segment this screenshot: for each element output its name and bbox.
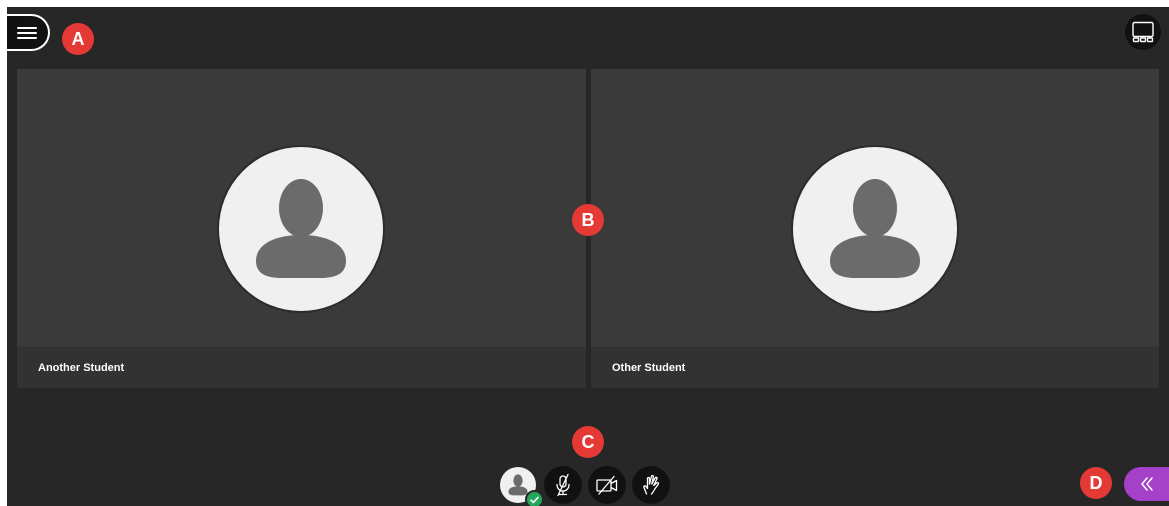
participant-name-bar: Other Student <box>591 347 1159 388</box>
participant-avatar <box>791 145 959 313</box>
change-view-button[interactable] <box>1125 14 1161 50</box>
double-chevron-left-icon <box>1140 477 1153 491</box>
hamburger-menu-icon <box>16 26 37 39</box>
participant-name: Another Student <box>38 361 125 374</box>
gallery-layout-icon <box>1132 21 1154 43</box>
person-silhouette-icon <box>256 179 346 278</box>
participant-name-bar: Another Student <box>17 347 586 388</box>
annotation-marker-b: B <box>572 204 604 236</box>
camera-off-icon <box>596 475 618 495</box>
person-silhouette-icon <box>508 474 528 496</box>
share-video-button[interactable] <box>588 466 626 504</box>
open-collaborate-panel-button[interactable] <box>1124 467 1169 501</box>
annotation-marker-d: D <box>1080 467 1112 499</box>
status-indicator <box>525 490 544 506</box>
participant-avatar <box>217 145 385 313</box>
person-silhouette-icon <box>830 179 920 278</box>
participant-video-tile[interactable]: Other Student <box>591 69 1159 388</box>
open-session-menu-button[interactable] <box>7 14 50 51</box>
raise-hand-button[interactable] <box>632 466 670 504</box>
raise-hand-icon <box>643 474 660 495</box>
checkmark-icon <box>530 496 539 503</box>
collaborate-session-window: A Another Student Other Student B C D <box>7 7 1169 506</box>
session-controls <box>500 466 670 506</box>
annotation-marker-a: A <box>62 23 94 55</box>
participant-name: Other Student <box>612 361 686 374</box>
my-status-settings-button[interactable] <box>500 467 544 506</box>
microphone-off-icon <box>556 473 570 497</box>
annotation-marker-c: C <box>572 426 604 458</box>
share-audio-button[interactable] <box>544 466 582 504</box>
participant-video-tile[interactable]: Another Student <box>17 69 586 388</box>
